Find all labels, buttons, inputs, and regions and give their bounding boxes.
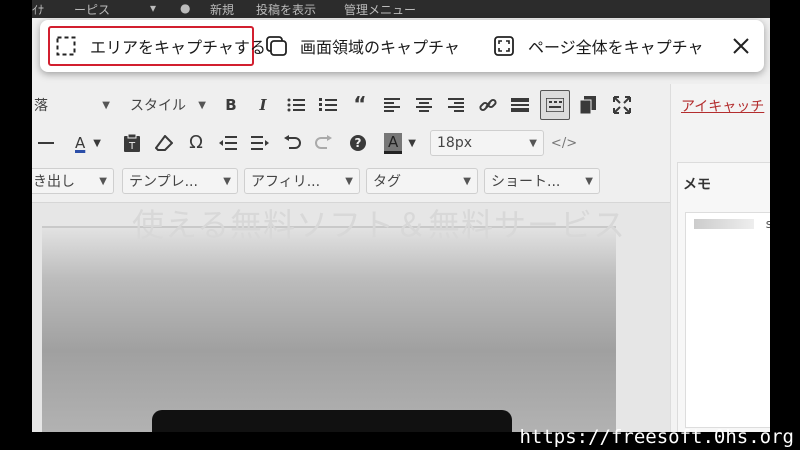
help-icon[interactable]: ? xyxy=(346,132,370,154)
admin-bar-item[interactable]: ● xyxy=(180,1,190,15)
chevron-down-icon: ▼ xyxy=(345,175,353,187)
capture-toolbar: エリアをキャプチャする 画面領域のキャプチャ ページ全体をキャプチャ xyxy=(40,20,764,72)
chevron-down-icon: ▼ xyxy=(102,99,110,111)
editor-toolbar-row-3: き出し ▼ テンプレ... ▼ アフィリ... ▼ タグ ▼ ショート... ▼ xyxy=(32,164,662,200)
eyecatch-link[interactable]: アイキャッチ xyxy=(681,96,764,116)
admin-bar-item[interactable]: ｲﾅ xyxy=(32,1,44,18)
link-icon[interactable] xyxy=(476,94,500,116)
fullpage-capture-icon xyxy=(494,36,514,56)
chevron-down-icon: ▼ xyxy=(198,99,206,111)
omega-icon[interactable]: Ω xyxy=(184,130,208,154)
indent-icon[interactable] xyxy=(248,132,272,154)
horizontal-rule-icon[interactable] xyxy=(36,132,56,154)
outdent-icon[interactable] xyxy=(216,132,240,154)
style-dropdown[interactable]: スタイル ▼ xyxy=(124,92,212,118)
toolbar-toggle-icon[interactable] xyxy=(540,90,570,120)
fullscreen-icon[interactable] xyxy=(610,94,634,116)
numbered-list-icon[interactable] xyxy=(316,94,340,116)
memo-text-fragment: s xyxy=(765,217,770,231)
capture-area-button[interactable]: エリアをキャプチャする xyxy=(48,26,266,66)
close-icon xyxy=(733,38,749,54)
chevron-down-icon: ▼ xyxy=(463,175,471,187)
admin-bar-new[interactable]: 新規 xyxy=(210,1,234,18)
memo-title: メモ xyxy=(683,177,711,193)
code-icon[interactable]: </> xyxy=(551,132,577,154)
area-select-icon xyxy=(56,36,76,56)
align-center-icon[interactable] xyxy=(412,94,436,116)
bold-icon[interactable]: B xyxy=(220,94,242,116)
format-dropdown[interactable]: 落 ▼ xyxy=(32,92,116,118)
shortcode-dropdown-label: ショート... xyxy=(491,174,561,190)
align-right-icon[interactable] xyxy=(444,94,468,116)
text-color-icon[interactable]: A ▼ xyxy=(68,130,108,156)
clear-format-icon[interactable] xyxy=(152,132,176,154)
chevron-down-icon: ▼ xyxy=(93,137,101,149)
svg-text:?: ? xyxy=(355,136,362,150)
font-size-value: 18px xyxy=(437,135,472,151)
svg-text:T: T xyxy=(128,141,136,152)
chevron-down-icon: ▼ xyxy=(223,175,231,187)
embedded-image[interactable] xyxy=(42,228,616,432)
chevron-down-icon: ▼ xyxy=(408,137,416,149)
template-dropdown[interactable]: テンプレ... ▼ xyxy=(122,168,238,194)
more-tag-icon[interactable] xyxy=(508,94,532,116)
tag-dropdown[interactable]: タグ ▼ xyxy=(366,168,478,194)
text-color-letter: A xyxy=(75,134,86,152)
region-capture-icon xyxy=(266,36,287,56)
heading-dropdown[interactable]: き出し ▼ xyxy=(32,168,114,194)
align-left-icon[interactable] xyxy=(380,94,404,116)
right-sidebar: アイキャッチ メモ s xyxy=(670,84,770,432)
site-url-watermark: https://freesoft.0hs.org xyxy=(519,426,794,448)
heading-dropdown-label: き出し xyxy=(33,174,75,190)
editor-toolbar-row-2: A ▼ T Ω ? A ▼ 18px ▼ </> xyxy=(32,124,662,162)
background-color-icon[interactable]: A ▼ xyxy=(376,130,424,156)
format-dropdown-label: 落 xyxy=(34,98,48,114)
style-dropdown-label: スタイル xyxy=(130,98,186,114)
italic-icon[interactable]: I xyxy=(252,94,274,116)
paste-text-icon[interactable]: T xyxy=(120,132,144,154)
admin-bar-item[interactable]: ▾ xyxy=(150,1,156,15)
admin-bar-item[interactable]: ーピス xyxy=(74,1,110,18)
template-dropdown-label: テンプレ... xyxy=(129,174,198,190)
capture-fullpage-button[interactable]: ページ全体をキャプチャ xyxy=(494,26,718,66)
chevron-down-icon: ▼ xyxy=(529,137,537,149)
bullet-list-icon[interactable] xyxy=(284,94,308,116)
bg-color-letter: A xyxy=(384,132,403,154)
admin-bar-view-post[interactable]: 投稿を表示 xyxy=(256,1,316,18)
editor-toolbar-row-1: 落 ▼ スタイル ▼ B I “ xyxy=(32,84,662,124)
font-size-select[interactable]: 18px ▼ xyxy=(430,130,544,156)
admin-bar-admin-menu[interactable]: 管理メニュー xyxy=(344,1,416,18)
capture-region-label: 画面領域のキャプチャ xyxy=(300,38,460,57)
shortcode-dropdown[interactable]: ショート... ▼ xyxy=(484,168,600,194)
image-dark-region xyxy=(152,410,512,432)
blockquote-icon[interactable]: “ xyxy=(348,92,372,116)
chevron-down-icon: ▼ xyxy=(99,175,107,187)
capture-fullpage-label: ページ全体をキャプチャ xyxy=(528,38,704,57)
capture-region-button[interactable]: 画面領域のキャプチャ xyxy=(266,26,482,66)
undo-icon[interactable] xyxy=(280,132,304,154)
capture-area-label: エリアをキャプチャする xyxy=(90,38,266,57)
redo-icon[interactable] xyxy=(312,132,336,154)
memo-textarea[interactable]: s xyxy=(685,212,770,428)
tag-dropdown-label: タグ xyxy=(373,174,401,190)
affiliate-dropdown[interactable]: アフィリ... ▼ xyxy=(244,168,360,194)
site-watermark: 使える無料ソフト＆無料サービス xyxy=(132,206,627,244)
wp-admin-bar: ｲﾅ ーピス ▾ ● 新規 投稿を表示 管理メニュー xyxy=(32,0,770,18)
affiliate-dropdown-label: アフィリ... xyxy=(251,174,321,190)
chevron-down-icon: ▼ xyxy=(585,175,593,187)
close-button[interactable] xyxy=(726,26,756,66)
copy-icon[interactable] xyxy=(576,94,600,116)
memo-blurred-text xyxy=(694,219,754,229)
